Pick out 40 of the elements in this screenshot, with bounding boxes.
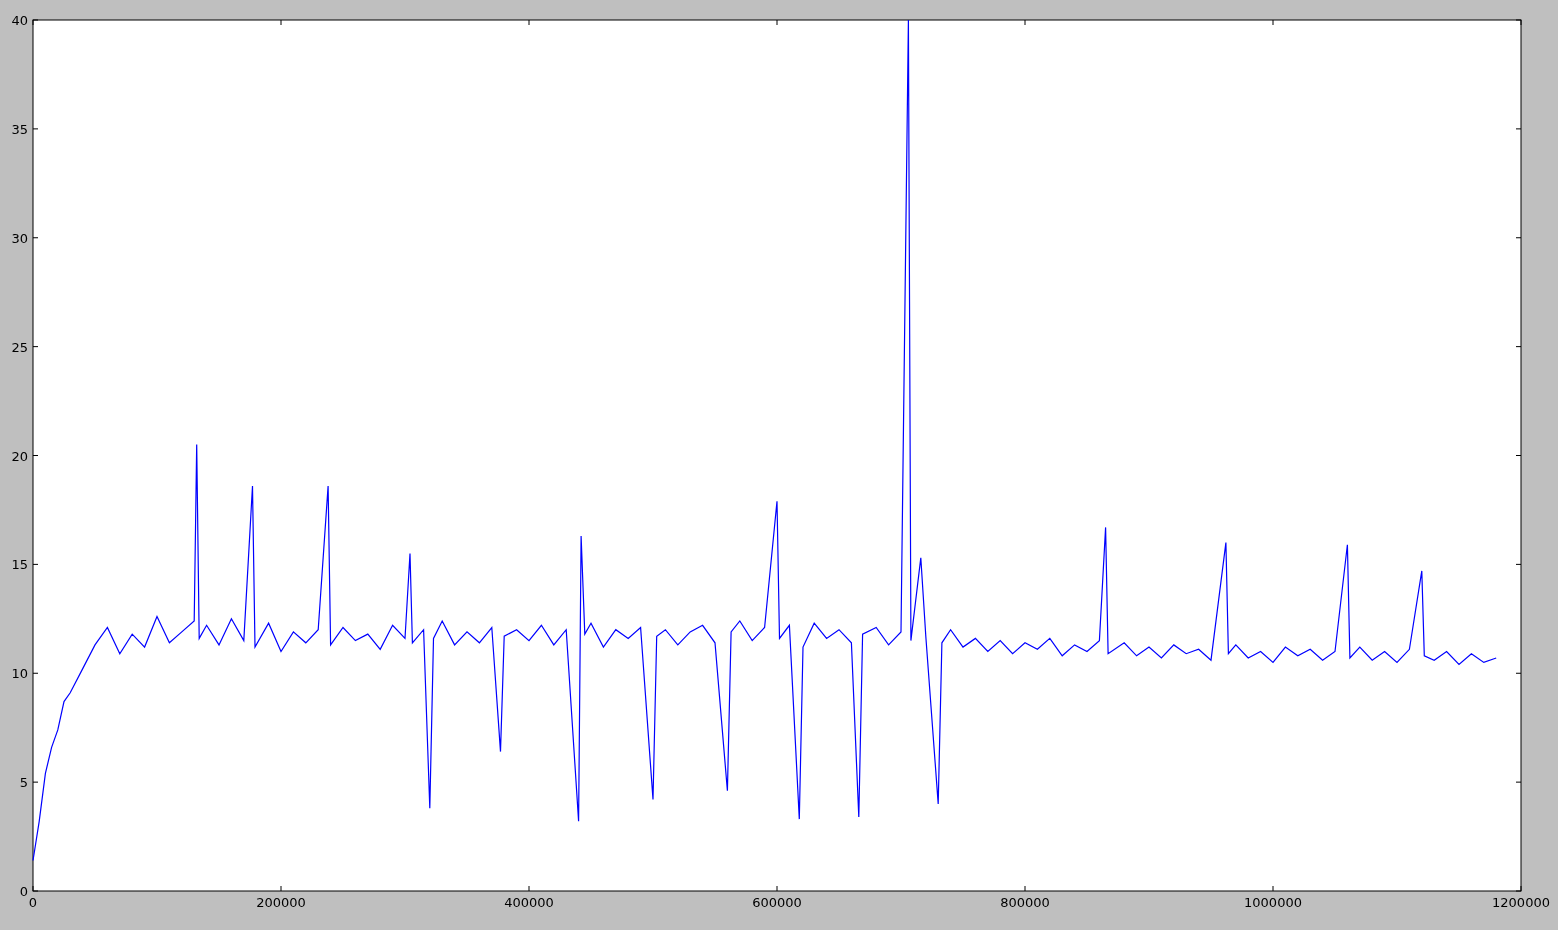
y-tick-label: 25 bbox=[11, 339, 28, 355]
tick-mark bbox=[32, 128, 39, 130]
tick-mark bbox=[32, 563, 39, 565]
tick-mark bbox=[1272, 19, 1274, 26]
tick-mark bbox=[1515, 346, 1522, 348]
x-tick-label: 400000 bbox=[504, 895, 554, 910]
tick-mark bbox=[32, 781, 39, 783]
tick-mark bbox=[1515, 237, 1522, 239]
tick-mark bbox=[1024, 19, 1026, 26]
tick-mark bbox=[1515, 563, 1522, 565]
tick-mark bbox=[1515, 455, 1522, 456]
tick-mark bbox=[32, 346, 39, 348]
tick-mark bbox=[280, 885, 282, 892]
y-tick-label: 35 bbox=[11, 121, 28, 137]
y-tick-label: 30 bbox=[11, 230, 28, 246]
y-tick-label: 10 bbox=[11, 666, 28, 682]
x-tick-label: 800000 bbox=[1000, 895, 1050, 910]
x-tick-label: 200000 bbox=[256, 895, 306, 910]
tick-mark bbox=[528, 19, 530, 26]
x-tick-label: 0 bbox=[28, 895, 38, 910]
y-tick-label: 20 bbox=[11, 448, 28, 464]
y-tick-label: 0 bbox=[19, 884, 28, 899]
y-tick-label: 15 bbox=[11, 557, 28, 573]
tick-mark bbox=[32, 672, 39, 674]
x-tick-label: 1000000 bbox=[1244, 895, 1302, 910]
tick-mark bbox=[32, 237, 39, 239]
tick-mark bbox=[776, 19, 778, 26]
x-tick-label: 600000 bbox=[752, 895, 802, 910]
y-tick-label: 5 bbox=[19, 775, 28, 791]
tick-mark bbox=[1515, 781, 1522, 783]
tick-mark bbox=[1272, 885, 1274, 892]
tick-mark bbox=[1024, 885, 1026, 892]
tick-mark bbox=[1515, 128, 1522, 130]
tick-mark bbox=[1515, 672, 1522, 674]
tick-mark bbox=[32, 455, 39, 456]
tick-mark bbox=[776, 885, 778, 892]
y-tick-label: 40 bbox=[11, 13, 28, 28]
x-tick-label: 1200000 bbox=[1492, 895, 1550, 910]
tick-mark bbox=[528, 885, 530, 892]
tick-mark bbox=[280, 19, 282, 26]
